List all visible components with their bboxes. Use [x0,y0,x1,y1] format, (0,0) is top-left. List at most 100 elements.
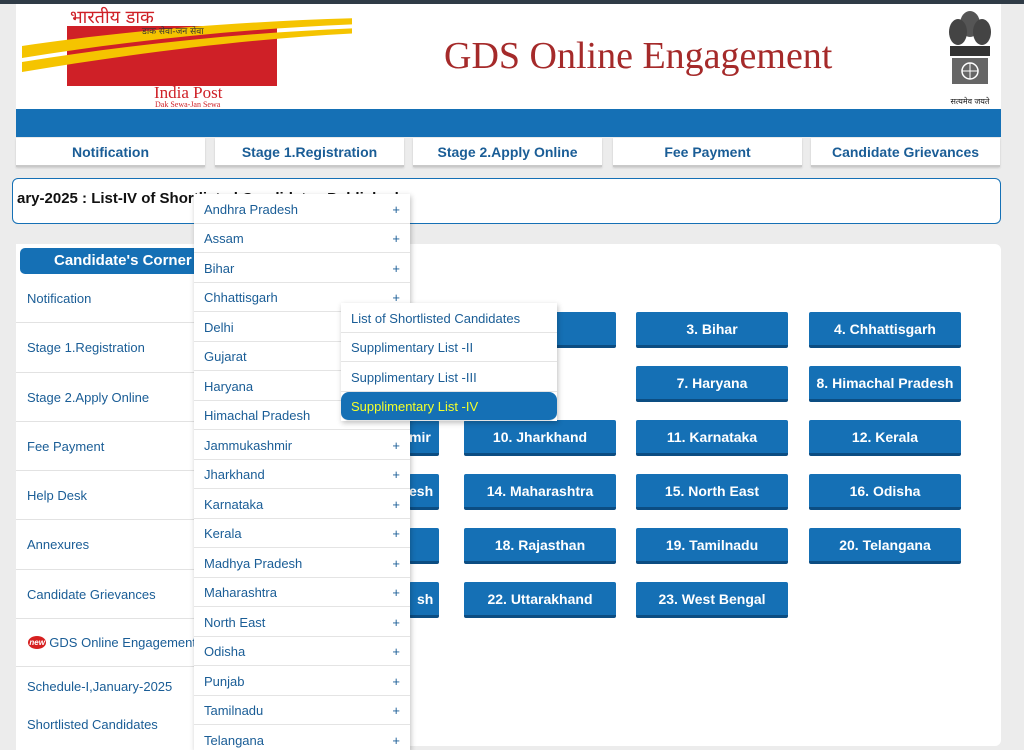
logo-hindi-tagline: डाक सेवा-जन सेवा [141,25,204,37]
dropdown-item-karnataka[interactable]: Karnataka + [194,490,410,519]
dropdown-item-punjab[interactable]: Punjab + [194,667,410,696]
state-button-uttar-pradesh[interactable]: sh [409,582,439,618]
dropdown-item-maharashtra[interactable]: Maharashtra + [194,578,410,607]
dropdown-item-label: Telangana [204,733,264,748]
sidebar-item-schedule[interactable]: Schedule-I,January-2025 [16,667,196,705]
new-badge-icon: new [28,636,47,649]
emblem-motto: सत्यमेव जयते [950,97,990,106]
plus-icon: + [392,261,400,276]
dropdown-item-jharkhand[interactable]: Jharkhand + [194,460,410,489]
submenu-item-supplementary-list-3[interactable]: Supplimentary List -III [341,363,557,392]
state-button-north-east[interactable]: 15. North East [636,474,788,510]
nav-candidate-grievances[interactable]: Candidate Grievances [811,138,1000,167]
plus-icon: + [392,231,400,246]
india-post-logo[interactable]: भारतीय डाक डाक सेवा-जन सेवा India Post D… [22,6,362,109]
plus-icon: + [392,467,400,482]
plus-icon: + [392,202,400,217]
sidebar-item-label: Stage 2.Apply Online [27,389,150,405]
plus-icon: + [392,526,400,541]
sidebar-item-annexures[interactable]: Annexures [16,520,196,570]
sidebar-item-shortlisted-candidates[interactable]: Shortlisted Candidates [16,705,196,743]
state-button-himachal-pradesh[interactable]: 8. Himachal Pradesh [809,366,961,402]
plus-icon: + [392,674,400,689]
dropdown-item-label: North East [204,615,266,630]
state-button-west-bengal[interactable]: 23. West Bengal [636,582,788,618]
dropdown-item-madhya-pradesh[interactable]: Madhya Pradesh + [194,549,410,578]
state-button-kerala[interactable]: 12. Kerala [809,420,961,456]
chhattisgarh-submenu: List of Shortlisted Candidates Supplimen… [341,303,557,421]
state-button-odisha[interactable]: 16. Odisha [809,474,961,510]
sidebar-item-stage2-apply-online[interactable]: Stage 2.Apply Online [16,373,196,422]
sidebar-item-label: Notification [27,290,92,306]
dropdown-item-label: Assam [204,231,244,246]
state-button-uttarakhand[interactable]: 22. Uttarakhand [464,582,616,618]
state-button-karnataka[interactable]: 11. Karnataka [636,420,788,456]
state-button-punjab[interactable] [409,528,439,564]
plus-icon: + [392,733,400,748]
dropdown-item-jammukashmir[interactable]: Jammukashmir + [194,431,410,460]
dropdown-item-label: Himachal Pradesh [204,408,311,423]
sidebar-item-candidate-grievances[interactable]: Candidate Grievances [16,570,196,619]
sidebar-item-label: Annexures [27,537,90,552]
sidebar-item-label: GDS Online Engagement [49,635,196,650]
dropdown-item-label: Delhi [204,320,234,335]
page-title: GDS Online Engagement [444,35,833,77]
sidebar-item-help-desk[interactable]: Help Desk [16,471,196,520]
dropdown-item-label: Bihar [204,261,235,276]
dropdown-item-label: Odisha [204,644,246,659]
dropdown-item-label: Kerala [204,526,242,541]
dropdown-item-label: Jharkhand [204,467,265,482]
dropdown-item-assam[interactable]: Assam + [194,224,410,253]
dropdown-item-label: Andhra Pradesh [204,202,298,217]
dropdown-item-label: Haryana [204,379,254,394]
state-button-haryana[interactable]: 7. Haryana [636,366,788,402]
state-dropdown-menu: Andhra Pradesh + Assam + Bihar + Chhattisga… [194,194,410,750]
state-button-jammukashmir[interactable]: mir [409,420,439,456]
sidebar-item-label: Candidate Grievances [27,586,156,602]
state-button-madhya-pradesh[interactable]: esh [409,474,439,510]
sidebar-item-gds-online-engagement[interactable]: new GDS Online Engagement [16,619,196,667]
india-post-logo-graphic: भारतीय डाक डाक सेवा-जन सेवा India Post D… [22,6,362,109]
header-blue-bar [16,109,1001,137]
nav-stage1-registration[interactable]: Stage 1.Registration [215,138,404,167]
dropdown-item-label: Madhya Pradesh [204,556,303,571]
state-button-tamilnadu[interactable]: 19. Tamilnadu [636,528,788,564]
nav-stage2-apply-online[interactable]: Stage 2.Apply Online [413,138,602,167]
dropdown-item-bihar[interactable]: Bihar + [194,254,410,283]
plus-icon: + [392,615,400,630]
plus-icon: + [392,703,400,718]
state-button-bihar[interactable]: 3. Bihar [636,312,788,348]
sidebar-item-fee-payment[interactable]: Fee Payment [16,422,196,471]
sidebar-item-label: Stage 1.Registration [27,340,145,355]
sidebar-item-notification[interactable]: Notification [16,274,196,323]
dropdown-item-telangana[interactable]: Telangana + [194,726,410,750]
sidebar-item-label: Schedule-I,January-2025 [27,678,173,694]
dropdown-item-odisha[interactable]: Odisha + [194,637,410,666]
submenu-item-shortlisted-list[interactable]: List of Shortlisted Candidates [341,304,557,333]
state-button-jharkhand[interactable]: 10. Jharkhand [464,420,616,456]
state-button-maharashtra[interactable]: 14. Maharashtra [464,474,616,510]
nav-fee-payment[interactable]: Fee Payment [613,138,802,167]
submenu-item-supplementary-list-2[interactable]: Supplimentary List -II [341,333,557,362]
dropdown-item-andhra-pradesh[interactable]: Andhra Pradesh + [194,195,410,224]
dropdown-item-kerala[interactable]: Kerala + [194,519,410,548]
plus-icon: + [392,438,400,453]
plus-icon: + [392,556,400,571]
dropdown-item-tamilnadu[interactable]: Tamilnadu + [194,696,410,725]
state-button-chhattisgarh[interactable]: 4. Chhattisgarh [809,312,961,348]
submenu-item-supplementary-list-4[interactable]: Supplimentary List -IV [341,392,557,421]
national-emblem: सत्यमेव जयते [940,6,1000,106]
dropdown-item-label: Chhattisgarh [204,290,278,305]
dropdown-item-north-east[interactable]: North East + [194,608,410,637]
sidebar-item-stage1-registration[interactable]: Stage 1.Registration [16,323,196,373]
logo-tagline-text: Dak Sewa-Jan Sewa [155,100,221,108]
state-button-telangana[interactable]: 20. Telangana [809,528,961,564]
sidebar-heading: Candidate's Corner [20,248,206,274]
dropdown-item-label: Punjab [204,674,245,689]
sidebar-item-label: Fee Payment [27,438,105,454]
nav-notification[interactable]: Notification [16,138,205,167]
dropdown-item-label: Gujarat [204,349,247,364]
candidates-corner-sidebar: Candidate's Corner Notification Stage 1.… [16,244,206,750]
dropdown-item-label: Tamilnadu [204,703,264,718]
state-button-rajasthan[interactable]: 18. Rajasthan [464,528,616,564]
